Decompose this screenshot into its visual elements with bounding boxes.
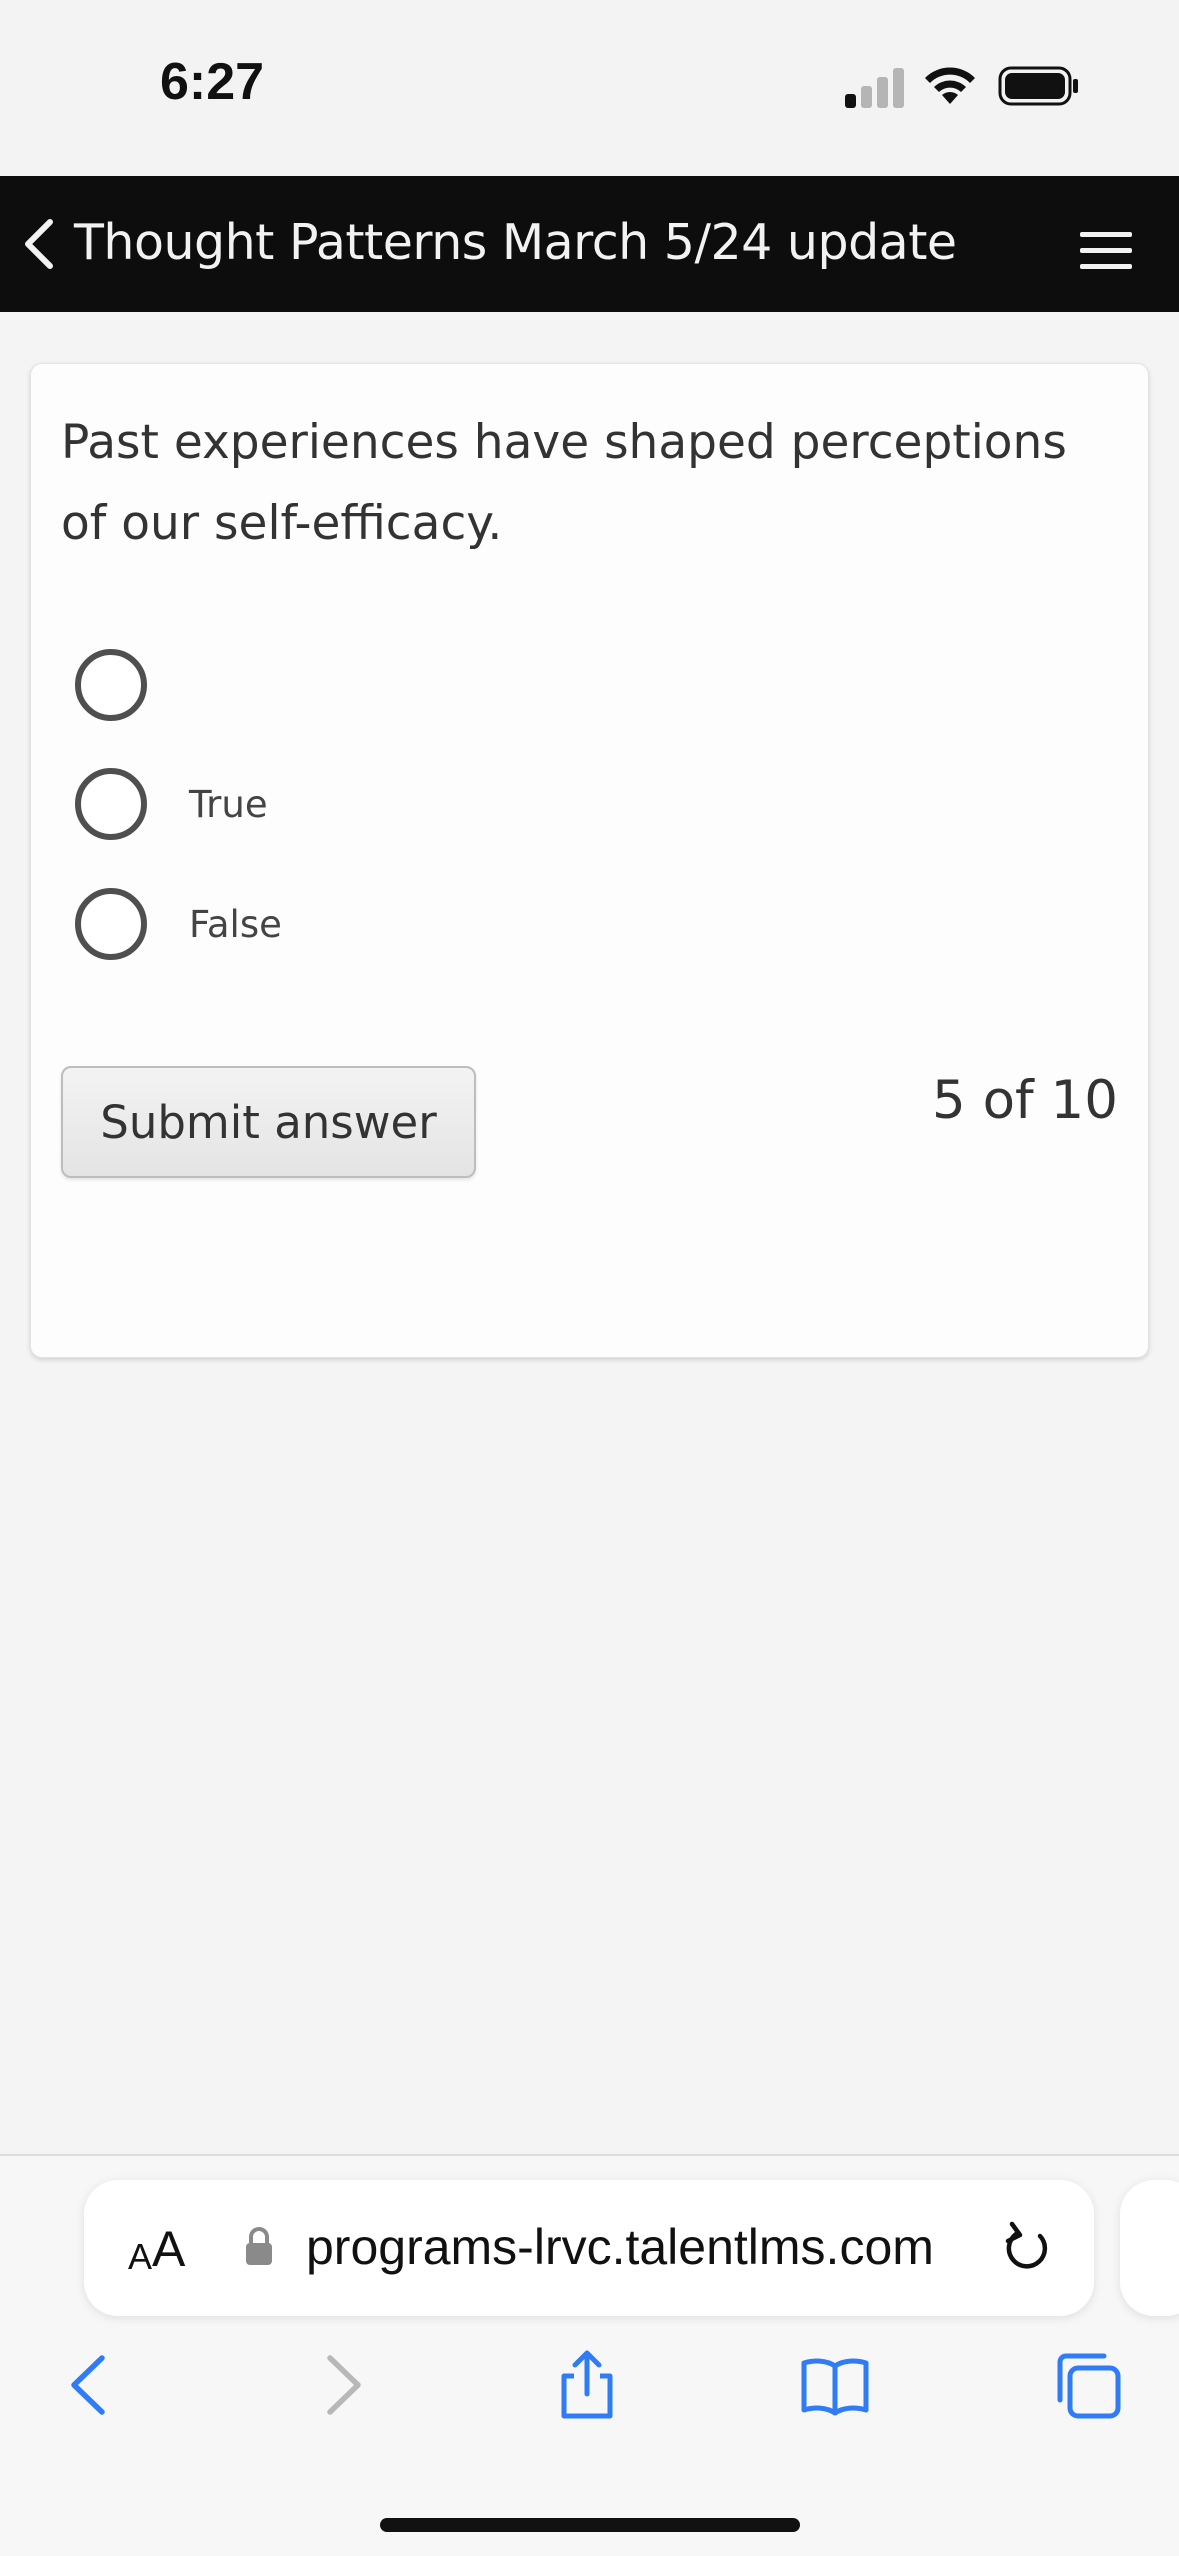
lock-icon [246, 2227, 272, 2265]
option-label: True [189, 782, 268, 826]
submit-answer-button[interactable]: Submit answer [61, 1066, 476, 1178]
question-card: Past experiences have shaped perceptions… [30, 363, 1149, 1358]
question-progress: 5 of 10 [932, 1070, 1118, 1131]
tabs-icon[interactable] [1052, 2350, 1122, 2420]
hamburger-menu-icon[interactable] [1078, 230, 1134, 272]
chevron-left-icon[interactable] [20, 216, 60, 272]
back-icon[interactable] [56, 2350, 126, 2420]
question-text: Past experiences have shaped perceptions… [61, 415, 1067, 551]
reader-text-size-button[interactable]: AA [128, 2218, 185, 2278]
next-tab-preview[interactable] [1120, 2180, 1179, 2316]
url-text[interactable]: programs-lrvc.talentlms.com [306, 2218, 934, 2276]
radio-button[interactable] [75, 649, 147, 721]
answer-option-blank[interactable] [75, 648, 189, 722]
home-indicator [380, 2518, 800, 2532]
reload-icon[interactable] [1000, 2220, 1054, 2276]
forward-icon[interactable] [306, 2350, 376, 2420]
page: 6:27 Thought Patterns March 5/24 update … [0, 0, 1179, 2556]
course-header: Thought Patterns March 5/24 update [0, 176, 1179, 312]
aa-small-letter: A [128, 2236, 153, 2277]
status-time: 6:27 [160, 53, 265, 111]
aa-big-letter: A [152, 2221, 186, 2277]
radio-button[interactable] [75, 768, 147, 840]
answer-option-false[interactable]: False [75, 887, 282, 961]
cellular-signal-icon [845, 66, 905, 108]
course-title[interactable]: Thought Patterns March 5/24 update [74, 214, 957, 271]
address-bar[interactable]: AA programs-lrvc.talentlms.com [84, 2180, 1094, 2316]
share-icon[interactable] [552, 2350, 622, 2420]
status-bar: 6:27 [0, 0, 1179, 176]
wifi-icon [925, 67, 975, 104]
option-label: False [189, 902, 282, 946]
bookmarks-icon[interactable] [800, 2350, 870, 2420]
battery-icon [998, 66, 1078, 106]
radio-button[interactable] [75, 888, 147, 960]
answer-option-true[interactable]: True [75, 767, 268, 841]
